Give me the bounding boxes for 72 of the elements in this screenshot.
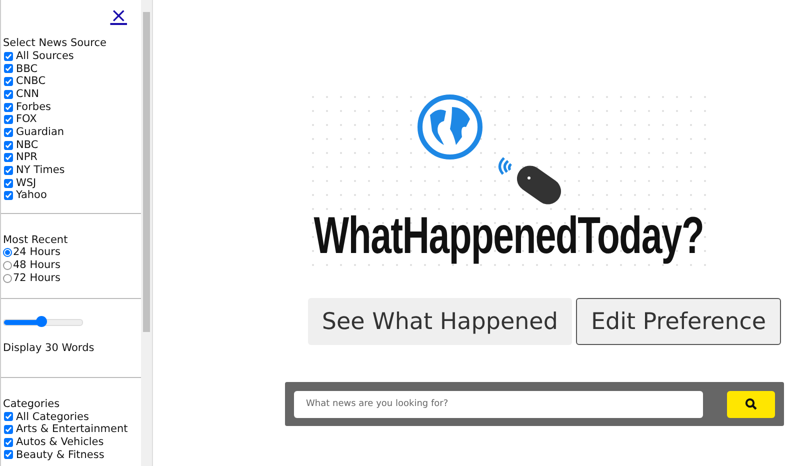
source-label: CNBC <box>16 75 46 88</box>
checkbox-item[interactable]: All Categories <box>3 410 141 424</box>
source-label: All Sources <box>16 50 74 63</box>
section-title: Categories <box>3 398 61 411</box>
category-label: Beauty & Fitness <box>16 448 104 462</box>
radio-label: 48 Hours <box>13 258 60 272</box>
see-what-happened-button[interactable]: See What Happened <box>308 298 572 345</box>
word-count-label: Display 30 Words <box>3 342 96 355</box>
checkbox[interactable] <box>4 77 13 86</box>
checkbox-item[interactable]: BBC <box>3 62 141 76</box>
checkbox[interactable] <box>4 90 13 99</box>
checkbox-item[interactable]: NPR <box>3 151 141 164</box>
checkbox-item[interactable]: Yahoo <box>3 189 141 202</box>
source-label: FOX <box>16 113 37 126</box>
radio-item[interactable]: 72 Hours <box>3 272 141 284</box>
checkbox-item[interactable]: Forbes <box>3 100 141 114</box>
source-label: NY Times <box>16 164 65 177</box>
scrollbar-thumb[interactable] <box>143 12 150 332</box>
section-title: Most Recent <box>3 234 69 246</box>
checkbox[interactable] <box>4 153 13 162</box>
checkbox[interactable] <box>4 425 13 434</box>
checkbox-item[interactable]: CNN <box>3 88 141 101</box>
checkbox[interactable] <box>4 64 13 74</box>
section-title: Select News Source <box>3 37 108 50</box>
source-label: NPR <box>16 151 38 164</box>
checkbox-item[interactable]: FOX <box>3 113 141 126</box>
checkbox-item[interactable]: WSJ <box>3 176 141 190</box>
checkbox-item[interactable]: NBC <box>3 138 141 152</box>
checkbox[interactable] <box>4 412 13 422</box>
search-button[interactable] <box>727 390 775 418</box>
radio-label: 24 Hours <box>13 246 60 259</box>
checkbox-item[interactable]: Guardian <box>3 126 141 139</box>
search-icon <box>745 398 757 410</box>
globe-icon <box>416 93 484 161</box>
checkbox[interactable] <box>4 115 13 124</box>
checkbox[interactable] <box>4 178 13 188</box>
source-label: Forbes <box>16 100 52 114</box>
radio-item[interactable]: 24 Hours <box>3 246 141 259</box>
source-label: BBC <box>16 62 38 76</box>
source-label: Guardian <box>16 126 64 139</box>
category-label: All Categories <box>16 410 89 424</box>
checkbox[interactable] <box>4 140 13 150</box>
checkbox-item[interactable]: Arts & Entertainment <box>3 423 141 436</box>
close-link[interactable]: × <box>110 4 127 34</box>
logo-text: WhatHappenedToday? <box>314 208 704 264</box>
category-label: Arts & Entertainment <box>16 423 128 436</box>
source-label: Yahoo <box>16 189 47 202</box>
radio-label: 72 Hours <box>13 272 60 284</box>
source-label: CNN <box>16 88 40 101</box>
checkbox-item[interactable]: CNBC <box>3 75 141 88</box>
source-label: NBC <box>16 138 38 152</box>
source-label: WSJ <box>16 176 36 190</box>
checkbox-item[interactable]: All Sources <box>3 50 141 63</box>
radio-button[interactable] <box>3 260 12 270</box>
checkbox[interactable] <box>4 166 13 175</box>
radio-button[interactable] <box>3 274 12 282</box>
checkbox[interactable] <box>4 52 13 61</box>
word-count-slider[interactable] <box>3 318 83 326</box>
checkbox[interactable] <box>4 450 13 460</box>
checkbox-item[interactable]: Beauty & Fitness <box>3 448 141 462</box>
checkbox[interactable] <box>4 438 13 447</box>
slider-thumb[interactable] <box>36 316 48 327</box>
edit-preference-button[interactable]: Edit Preference <box>576 298 782 345</box>
radio-item[interactable]: 48 Hours <box>3 258 141 272</box>
category-label: Autos & Vehicles <box>16 436 104 449</box>
checkbox-item[interactable]: Autos & Vehicles <box>3 436 141 449</box>
checkbox[interactable] <box>4 191 13 200</box>
radio-button[interactable] <box>3 248 12 258</box>
checkbox-item[interactable]: NY Times <box>3 164 141 177</box>
checkbox[interactable] <box>4 102 13 112</box>
checkbox[interactable] <box>4 128 13 137</box>
search-field[interactable]: What news are you looking for? <box>294 390 703 418</box>
